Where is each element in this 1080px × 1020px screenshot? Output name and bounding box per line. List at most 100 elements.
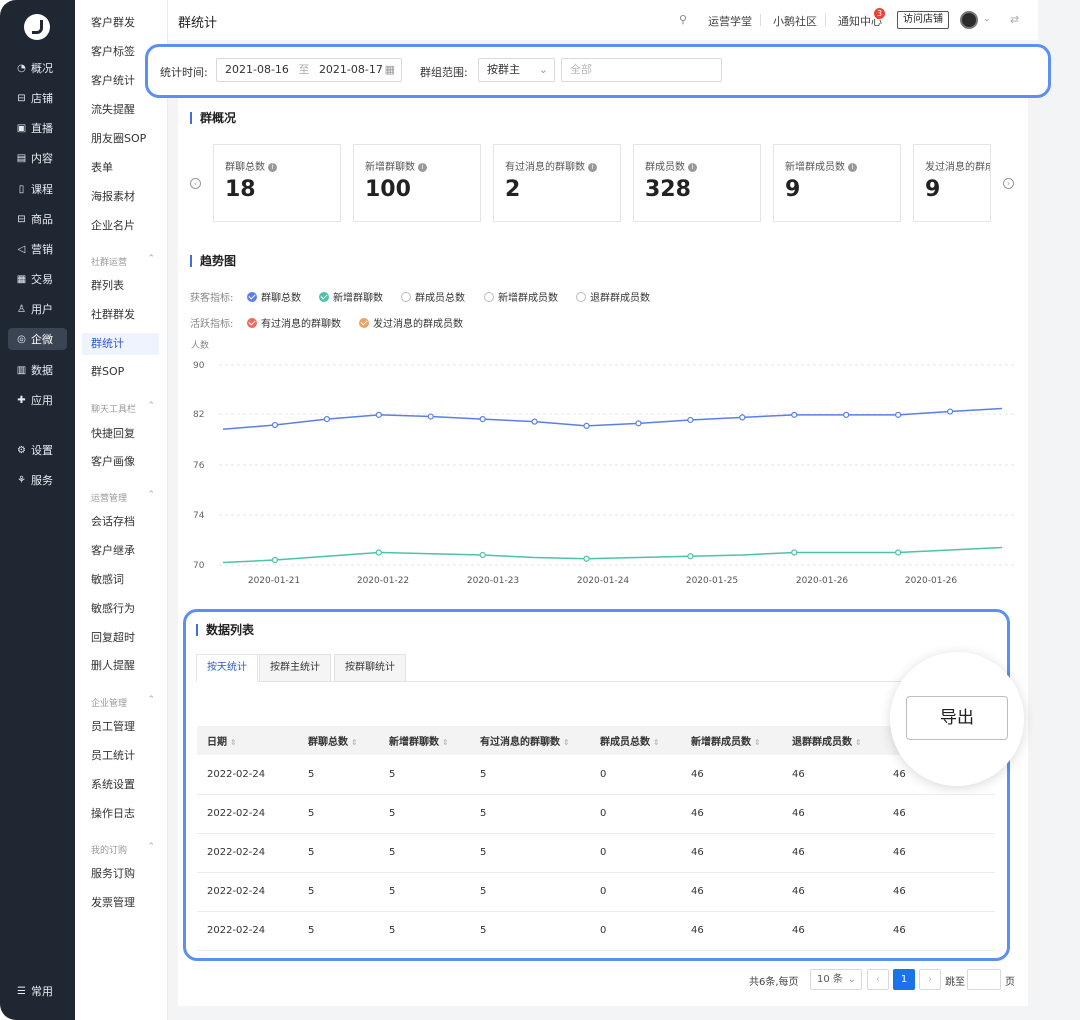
page-button-current[interactable]: 1 (893, 969, 915, 990)
subnav-group-title[interactable]: 企业管理 ⌃ (91, 695, 155, 709)
chevron-left-icon[interactable]: ‹ (190, 178, 201, 189)
column-header[interactable]: 新增群聊数 ⇕ (379, 726, 470, 755)
nav-megaphone[interactable]: ◁ 营销 (8, 238, 67, 260)
subnav-item[interactable]: 删人提醒 (82, 655, 159, 677)
table-cell: 5 (470, 794, 590, 834)
subnav-item[interactable]: 客户继承 (82, 540, 159, 562)
column-header[interactable]: 退群群成员数 ⇕ (782, 726, 883, 755)
subnav-item[interactable]: 群SOP (82, 361, 159, 383)
subnav-group-title[interactable]: 我的订购 ⌃ (91, 842, 155, 856)
column-header[interactable]: 群成员总数 ⇕ (590, 726, 681, 755)
nav-live[interactable]: ▣ 直播 (8, 117, 67, 139)
goto-page-input[interactable] (967, 969, 1001, 990)
tab-by-day[interactable]: 按天统计 (196, 654, 258, 682)
metric-checkbox[interactable]: 新增群聊数 (319, 289, 383, 304)
subnav-item[interactable]: 客户群发 (82, 12, 159, 34)
scope-select[interactable]: 按群主 ⌄ (478, 58, 555, 82)
export-button[interactable]: 导出 (906, 696, 1008, 740)
subnav-group-title[interactable]: 聊天工具栏 ⌃ (91, 401, 155, 415)
subnav-item[interactable]: 朋友圈SOP (82, 128, 159, 150)
sort-icon[interactable]: ⇕ (442, 738, 449, 747)
info-icon[interactable]: i (588, 163, 597, 172)
date-range-picker[interactable]: 2021-08-16 至 2021-08-17 ▦ (216, 58, 402, 82)
nav-trade[interactable]: ▦ 交易 (8, 268, 67, 290)
nav-settings[interactable]: ⚙ 设置 (8, 439, 67, 461)
nav-service[interactable]: ⚘ 服务 (8, 469, 67, 491)
nav-wecom[interactable]: ◎ 企微 (8, 328, 67, 350)
info-icon[interactable]: i (418, 163, 427, 172)
column-header[interactable]: 群聊总数 ⇕ (298, 726, 379, 755)
time-label: 统计时间: (160, 66, 208, 79)
nav-apps[interactable]: ✚ 应用 (8, 389, 67, 411)
metric-checkbox[interactable]: 发过消息的群成员数 (359, 315, 463, 330)
page-size-select[interactable]: 10 条 ⌄ (810, 969, 862, 990)
sort-icon[interactable]: ⇕ (563, 738, 570, 747)
subnav-item[interactable]: 企业名片 (82, 215, 159, 237)
scope-input[interactable]: 全部 (561, 58, 722, 82)
subnav-item[interactable]: 表单 (82, 157, 159, 179)
next-page-button[interactable]: › (919, 969, 941, 990)
column-header[interactable]: 日期 ⇕ (197, 726, 298, 755)
subnav-group-title[interactable]: 运营管理 ⌃ (91, 490, 155, 504)
nav-store[interactable]: ⊟ 店铺 (8, 87, 67, 109)
tab-by-group[interactable]: 按群聊统计 (334, 654, 406, 682)
column-header[interactable]: 有过消息的群聊数 ⇕ (470, 726, 590, 755)
chevron-down-icon[interactable]: ⌄ (983, 14, 991, 24)
subnav-group-title[interactable]: 社群运营 ⌃ (91, 254, 155, 268)
chevron-right-icon[interactable]: › (1003, 178, 1014, 189)
metric-checkbox[interactable]: 有过消息的群聊数 (247, 315, 341, 330)
info-icon[interactable]: i (268, 163, 277, 172)
subnav-item[interactable]: 发票管理 (82, 892, 159, 914)
metric-checkbox[interactable]: 群聊总数 (247, 289, 301, 304)
subnav-item[interactable]: 快捷回复 (82, 423, 159, 445)
subnav-item[interactable]: 客户画像 (82, 451, 159, 473)
subnav-item[interactable]: 流失提醒 (82, 99, 159, 121)
sort-icon[interactable]: ⇕ (230, 738, 237, 747)
metric-checkbox[interactable]: 群成员总数 (401, 289, 465, 304)
subnav-item[interactable]: 敏感行为 (82, 598, 159, 620)
subnav-item[interactable]: 社群群发 (82, 304, 159, 326)
scope-label: 群组范围: (420, 66, 468, 79)
tab-by-owner[interactable]: 按群主统计 (259, 654, 331, 682)
subnav-item[interactable]: 会话存档 (82, 511, 159, 533)
info-icon[interactable]: i (688, 163, 697, 172)
nav-pie-chart[interactable]: ◔ 概况 (8, 57, 67, 79)
sort-icon[interactable]: ⇕ (653, 738, 660, 747)
subnav-item[interactable]: 群统计 (82, 333, 159, 355)
nav-course[interactable]: ▯ 课程 (8, 178, 67, 200)
subnav-item[interactable]: 系统设置 (82, 774, 159, 796)
metric-checkbox[interactable]: 新增群成员数 (484, 289, 558, 304)
subnav-item[interactable]: 员工统计 (82, 745, 159, 767)
subnav-item[interactable]: 操作日志 (82, 803, 159, 825)
metric-checkbox[interactable]: 退群群成员数 (576, 289, 650, 304)
subnav-item[interactable]: 员工管理 (82, 716, 159, 738)
nav-user[interactable]: ♙ 用户 (8, 298, 67, 320)
sort-icon[interactable]: ⇕ (855, 738, 862, 747)
app-logo[interactable] (24, 14, 50, 40)
info-icon[interactable]: i (848, 163, 857, 172)
overview-title: 群概况 (190, 112, 236, 124)
swap-icon[interactable]: ⇄ (1010, 13, 1019, 26)
table-cell: 5 (379, 872, 470, 912)
menu-icon: ☰ (17, 985, 26, 997)
subnav-item[interactable]: 群列表 (82, 275, 159, 297)
link-academy[interactable]: 运营学堂 (708, 13, 752, 29)
nav-common[interactable]: ☰ 常用 (8, 980, 67, 1002)
sort-icon[interactable]: ⇕ (351, 738, 358, 747)
search-icon[interactable]: ⚲ (679, 13, 687, 26)
prev-page-button[interactable]: ‹ (867, 969, 889, 990)
nav-content[interactable]: ▤ 内容 (8, 147, 67, 169)
sort-icon[interactable]: ⇕ (754, 738, 761, 747)
subnav-item[interactable]: 服务订购 (82, 863, 159, 885)
nav-data[interactable]: ▥ 数据 (8, 359, 67, 381)
table-cell: 0 (590, 755, 681, 795)
subnav-item[interactable]: 敏感词 (82, 569, 159, 591)
link-community[interactable]: 小鹅社区 (773, 13, 817, 29)
nav-goods[interactable]: ⊟ 商品 (8, 208, 67, 230)
column-header[interactable]: 新增群成员数 ⇕ (681, 726, 782, 755)
visit-store-button[interactable]: 访问店铺 (897, 11, 949, 29)
unchecked-icon (576, 291, 586, 302)
subnav-item[interactable]: 回复超时 (82, 627, 159, 649)
avatar[interactable] (960, 11, 978, 29)
subnav-item[interactable]: 海报素材 (82, 186, 159, 208)
